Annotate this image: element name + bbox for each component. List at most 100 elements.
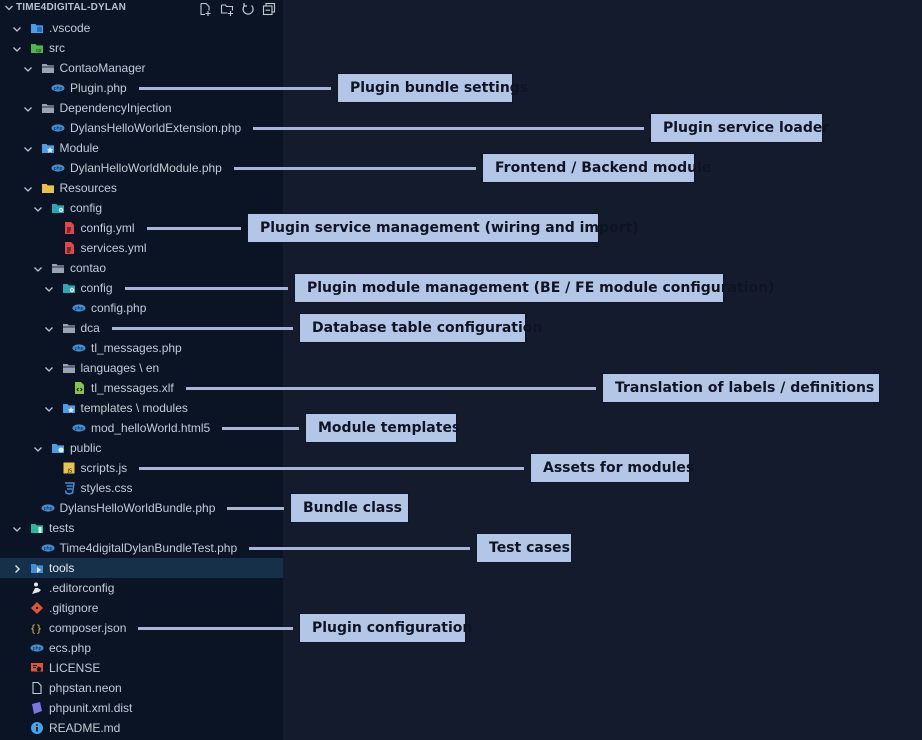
tree-folder[interactable]: Module (0, 138, 283, 158)
tree-item-label: Time4digitalDylanBundleTest.php (59, 541, 238, 555)
svg-text:php: php (54, 166, 63, 172)
tree-item-label: Module (59, 141, 99, 155)
tree-item-label: config (80, 281, 113, 295)
tree-folder[interactable]: ContaoManager (0, 58, 283, 78)
callout-label: Plugin service loader (650, 113, 829, 143)
chevron-down-icon[interactable] (23, 182, 33, 194)
tree-folder[interactable]: tools (0, 558, 283, 578)
callout-label: Translation of labels / definitions (602, 373, 880, 403)
php-icon: php (41, 541, 55, 555)
callout-connector (138, 627, 293, 630)
xml-icon (72, 381, 86, 395)
chevron-down-icon[interactable] (44, 282, 54, 294)
tree-folder[interactable]: languages \ en (0, 358, 283, 378)
tree-item-label: DylansHelloWorldExtension.php (70, 121, 242, 135)
explorer-header[interactable]: TIME4DIGITAL-DYLAN (0, 0, 283, 18)
tree-item-label: ContaoManager (59, 61, 146, 75)
tree-item-label: config.php (91, 301, 147, 315)
callout-label: Assets for modules (530, 453, 694, 483)
chevron-down-icon[interactable] (23, 62, 33, 74)
tree-file[interactable]: .gitignore (0, 598, 283, 618)
tree-item-label: .vscode (49, 21, 91, 35)
callout-label: Module templates (305, 413, 460, 443)
callout-connector (139, 87, 331, 90)
tree-file[interactable]: phpstan.neon (0, 678, 283, 698)
tree-item-label: Plugin.php (70, 81, 127, 95)
chevron-down-icon[interactable] (44, 322, 54, 334)
editorconfig-icon (30, 581, 44, 595)
new-file-icon[interactable] (197, 1, 213, 17)
svg-text:php: php (43, 546, 52, 552)
callout-connector (186, 387, 596, 390)
folder-icon (51, 261, 65, 275)
tree-file[interactable]: styles.css (0, 478, 283, 498)
callout-connector (249, 547, 470, 550)
tree-item-label: tools (49, 561, 75, 575)
tree-item-label: Resources (59, 181, 117, 195)
tree-item-label: phpstan.neon (49, 681, 122, 695)
callout-label: Bundle class (290, 493, 409, 523)
svg-text:php: php (75, 346, 84, 352)
callout-connector (234, 167, 476, 170)
tree-folder[interactable]: tests (0, 518, 283, 538)
chevron-down-icon[interactable] (44, 362, 54, 374)
folder-icon (62, 361, 76, 375)
chevron-right-icon[interactable] (12, 562, 22, 574)
tree-file[interactable]: LICENSE (0, 658, 283, 678)
chevron-down-icon[interactable] (44, 402, 54, 414)
tree-folder[interactable]: .vscode (0, 18, 283, 38)
tree-file[interactable]: services.yml (0, 238, 283, 258)
php-icon: php (30, 641, 44, 655)
tree-folder[interactable]: Resources (0, 178, 283, 198)
chevron-down-icon[interactable] (33, 262, 43, 274)
js-icon: JS (62, 461, 76, 475)
tree-folder[interactable]: config (0, 198, 283, 218)
tree-file[interactable]: php Time4digitalDylanBundleTest.php (0, 538, 283, 558)
tree-folder[interactable]: DependencyInjection (0, 98, 283, 118)
callout-label: Test cases (476, 533, 572, 563)
callout-connector (147, 227, 241, 230)
chevron-down-icon[interactable] (4, 2, 14, 14)
tree-folder[interactable]: contao (0, 258, 283, 278)
folder-icon (41, 101, 55, 115)
tree-file[interactable]: README.md (0, 718, 283, 738)
tree-item-label: templates \ modules (80, 401, 188, 415)
tree-folder[interactable]: templates \ modules (0, 398, 283, 418)
svg-text:php: php (54, 126, 63, 132)
module-folder-icon (41, 141, 55, 155)
chevron-down-icon[interactable] (23, 142, 33, 154)
svg-text:php: php (75, 306, 84, 312)
tree-file[interactable]: php config.php (0, 298, 283, 318)
callout-label: Plugin service management (wiring and im… (247, 213, 639, 243)
tree-item-label: mod_helloWorld.html5 (91, 421, 211, 435)
chevron-down-icon[interactable] (12, 22, 22, 34)
tree-file[interactable]: php ecs.php (0, 638, 283, 658)
tree-item-label: languages \ en (80, 361, 160, 375)
callout-connector (125, 287, 288, 290)
tree-item-label: DylansHelloWorldBundle.php (59, 501, 216, 515)
svg-text:JS: JS (66, 469, 72, 475)
php-icon: php (72, 301, 86, 315)
chevron-down-icon[interactable] (23, 102, 33, 114)
chevron-down-icon[interactable] (12, 522, 22, 534)
new-folder-icon[interactable] (219, 1, 235, 17)
tree-item-label: DylanHelloWorldModule.php (70, 161, 222, 175)
tree-file[interactable]: php DylansHelloWorldExtension.php (0, 118, 283, 138)
tree-item-label: README.md (49, 721, 121, 735)
refresh-icon[interactable] (240, 1, 256, 17)
tree-item-label: phpunit.xml.dist (49, 701, 133, 715)
tree-file[interactable]: .editorconfig (0, 578, 283, 598)
tree-folder[interactable]: public (0, 438, 283, 458)
tree-file[interactable]: php tl_messages.php (0, 338, 283, 358)
chevron-down-icon[interactable] (12, 42, 22, 54)
collapse-all-icon[interactable] (261, 1, 277, 17)
tree-folder[interactable]: cp src (0, 38, 283, 58)
tree-item-label: .gitignore (49, 601, 99, 615)
chevron-down-icon[interactable] (33, 442, 43, 454)
tree-item-label: tl_messages.xlf (91, 381, 174, 395)
tree-item-label: config (70, 201, 103, 215)
chevron-down-icon[interactable] (33, 202, 43, 214)
tree-file[interactable]: phpunit.xml.dist (0, 698, 283, 718)
config-folder-icon (51, 201, 65, 215)
tree-item-label: src (49, 41, 65, 55)
